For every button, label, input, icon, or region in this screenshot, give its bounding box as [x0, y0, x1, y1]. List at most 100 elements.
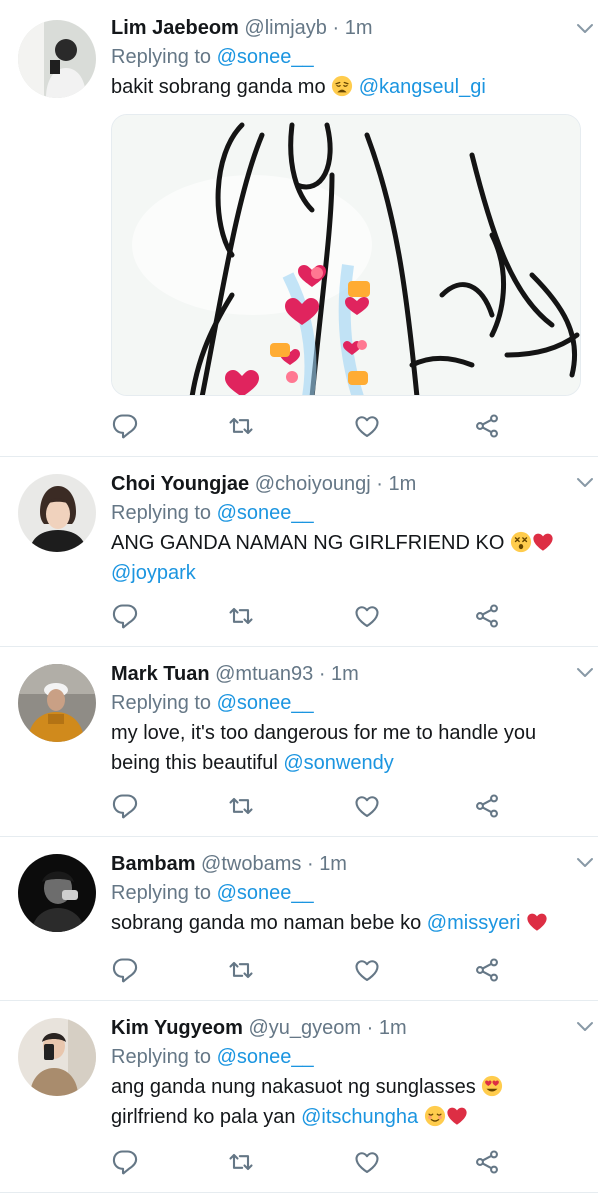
timestamp[interactable]: 1m: [345, 17, 373, 39]
share-icon[interactable]: [473, 792, 501, 820]
tweet[interactable]: Lim Jaebeom @limjayb · 1m Replying to @s…: [0, 0, 598, 457]
avatar-photo: [18, 1018, 96, 1096]
separator-dot: ·: [306, 853, 314, 875]
username[interactable]: @yu_gyeom: [248, 1017, 361, 1039]
like-icon[interactable]: [353, 1148, 381, 1176]
tweet-actions: [111, 792, 511, 822]
tweet-header: Choi Youngjae @choiyoungj · 1m: [111, 470, 584, 498]
like-icon[interactable]: [353, 792, 381, 820]
reply-context: Replying to @sonee__: [111, 42, 584, 72]
chevron-down-icon[interactable]: [576, 476, 594, 490]
display-name[interactable]: Mark Tuan: [111, 663, 210, 685]
display-name[interactable]: Kim Yugyeom: [111, 1017, 243, 1039]
share-icon[interactable]: [473, 602, 501, 630]
display-name[interactable]: Choi Youngjae: [111, 473, 249, 495]
media-image[interactable]: [111, 114, 581, 396]
reply-icon[interactable]: [111, 792, 139, 820]
mention-link[interactable]: @sonwendy: [283, 752, 393, 774]
heart-eyes-emoji: [481, 1075, 503, 1097]
retweet-icon[interactable]: [227, 956, 255, 984]
reply-label: Replying to: [111, 502, 212, 524]
dizzy-face-emoji: [510, 531, 532, 553]
retweet-icon[interactable]: [227, 792, 255, 820]
tweet-text-segment: being this beautiful: [111, 752, 284, 774]
avatar[interactable]: [18, 474, 96, 552]
timestamp[interactable]: 1m: [388, 473, 416, 495]
tweet-text-segment: my love, it's too dangerous for me to ha…: [111, 722, 537, 744]
tweet-text-segment: ANG GANDA NAMAN NG GIRLFRIEND KO: [111, 532, 510, 554]
reply-context: Replying to @sonee__: [111, 498, 584, 528]
retweet-icon[interactable]: [227, 1148, 255, 1176]
tweet-text: sobrang ganda mo naman bebe ko @missyeri: [111, 908, 584, 938]
tweet-text-segment: bakit sobrang ganda mo: [111, 76, 332, 98]
red-heart-emoji: [526, 911, 548, 933]
reply-context: Replying to @sonee__: [111, 878, 584, 908]
tweet[interactable]: Kim Yugyeom @yu_gyeom · 1m Replying to @…: [0, 1000, 598, 1193]
username[interactable]: @limjayb: [244, 17, 327, 39]
username[interactable]: @choiyoungj: [255, 473, 371, 495]
share-icon[interactable]: [473, 1148, 501, 1176]
username[interactable]: @mtuan93: [215, 663, 313, 685]
reply-icon[interactable]: [111, 1148, 139, 1176]
mention-link[interactable]: @missyeri: [427, 912, 521, 934]
avatar-photo: [18, 664, 96, 742]
chevron-down-icon[interactable]: [576, 666, 594, 680]
tweet-text: ANG GANDA NAMAN NG GIRLFRIEND KO @joypar…: [111, 528, 584, 588]
reply-mention[interactable]: @sonee__: [217, 502, 314, 524]
mention-link[interactable]: @kangseul_gi: [359, 76, 486, 98]
reply-context: Replying to @sonee__: [111, 688, 584, 718]
avatar[interactable]: [18, 1018, 96, 1096]
timestamp[interactable]: 1m: [331, 663, 359, 685]
tweet[interactable]: Bambam @twobams · 1m Replying to @sonee_…: [0, 836, 598, 1001]
tweet-actions: [111, 412, 511, 442]
tweet-header: Bambam @twobams · 1m: [111, 850, 584, 878]
reply-mention[interactable]: @sonee__: [217, 46, 314, 68]
tweet-text: my love, it's too dangerous for me to ha…: [111, 718, 584, 778]
share-icon[interactable]: [473, 956, 501, 984]
timestamp[interactable]: 1m: [379, 1017, 407, 1039]
avatar[interactable]: [18, 664, 96, 742]
tweet[interactable]: Mark Tuan @mtuan93 · 1m Replying to @son…: [0, 646, 598, 837]
reply-label: Replying to: [111, 1046, 212, 1068]
reply-icon[interactable]: [111, 602, 139, 630]
avatar[interactable]: [18, 854, 96, 932]
reply-label: Replying to: [111, 692, 212, 714]
chevron-down-icon[interactable]: [576, 856, 594, 870]
reply-icon[interactable]: [111, 956, 139, 984]
chevron-down-icon[interactable]: [576, 1020, 594, 1034]
like-icon[interactable]: [353, 956, 381, 984]
like-icon[interactable]: [353, 602, 381, 630]
tweet[interactable]: Choi Youngjae @choiyoungj · 1m Replying …: [0, 456, 598, 647]
red-heart-emoji: [532, 531, 554, 553]
avatar-photo: [18, 854, 96, 932]
separator-dot: ·: [366, 1017, 374, 1039]
display-name[interactable]: Bambam: [111, 853, 195, 875]
username[interactable]: @twobams: [201, 853, 301, 875]
tweet-actions: [111, 602, 511, 632]
tweet-header: Kim Yugyeom @yu_gyeom · 1m: [111, 1014, 584, 1042]
avatar-photo: [18, 20, 96, 98]
retweet-icon[interactable]: [227, 412, 255, 440]
display-name[interactable]: Lim Jaebeom: [111, 17, 239, 39]
mention-link[interactable]: @itschungha: [301, 1106, 418, 1128]
like-icon[interactable]: [353, 412, 381, 440]
separator-dot: ·: [332, 17, 340, 39]
retweet-icon[interactable]: [227, 602, 255, 630]
tweet-text: ang ganda nung nakasuot ng sunglasses gi…: [111, 1072, 584, 1132]
mention-link[interactable]: @joypark: [111, 562, 196, 584]
tweet-header: Mark Tuan @mtuan93 · 1m: [111, 660, 584, 688]
chevron-down-icon[interactable]: [576, 22, 594, 36]
avatar-photo: [18, 474, 96, 552]
timestamp[interactable]: 1m: [319, 853, 347, 875]
reply-icon[interactable]: [111, 412, 139, 440]
separator-dot: ·: [318, 663, 326, 685]
reply-mention[interactable]: @sonee__: [217, 692, 314, 714]
tweet-actions: [111, 1148, 511, 1178]
reply-label: Replying to: [111, 46, 212, 68]
reply-mention[interactable]: @sonee__: [217, 882, 314, 904]
avatar[interactable]: [18, 20, 96, 98]
tweet-text-segment: ang ganda nung nakasuot ng sunglasses: [111, 1076, 482, 1098]
reply-mention[interactable]: @sonee__: [217, 1046, 314, 1068]
share-icon[interactable]: [473, 412, 501, 440]
weary-face-emoji: [331, 75, 353, 97]
